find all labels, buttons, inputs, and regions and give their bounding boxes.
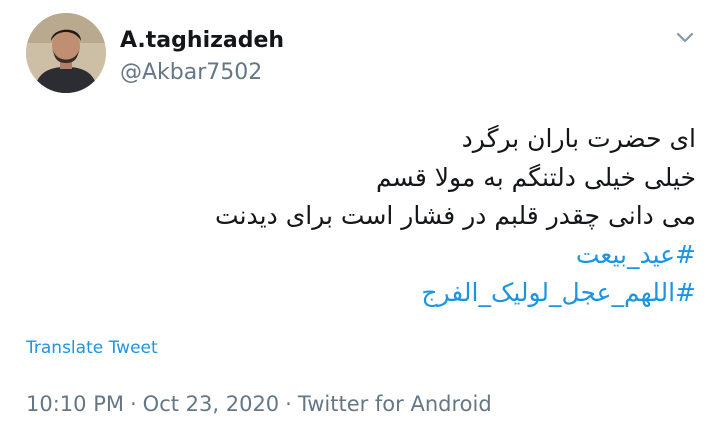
tweet-menu-button[interactable] (672, 26, 698, 48)
avatar[interactable] (26, 13, 106, 93)
translate-tweet-link[interactable]: Translate Tweet (26, 338, 158, 358)
tweet-date[interactable]: Oct 23, 2020 (143, 392, 280, 416)
tweet-metadata: 10:10 PM · Oct 23, 2020 · Twitter for Androi… (26, 392, 492, 416)
tweet-text: ای حضرت باران برگرد خیلی خیلی دلتنگم به … (36, 120, 696, 313)
user-handle[interactable]: @Akbar7502 (120, 60, 262, 85)
tweet-line: خیلی خیلی دلتنگم به مولا قسم (375, 162, 696, 192)
tweet-source[interactable]: Twitter for Android (298, 392, 492, 416)
display-name[interactable]: A.taghizadeh (120, 28, 284, 53)
tweet-line: ای حضرت باران برگرد (461, 124, 696, 153)
tweet-line: می دانی چقدر قلبم در فشار است برای دیدنت (215, 201, 696, 230)
hashtag-link[interactable]: #اللهم_عجل_لولیک_الفرج (36, 274, 696, 313)
separator: · (129, 392, 137, 416)
tweet-time[interactable]: 10:10 PM (26, 392, 124, 416)
hashtag-link[interactable]: #عید_بیعت (36, 236, 696, 275)
chevron-down-icon (676, 32, 694, 43)
avatar-image (26, 13, 106, 93)
separator: · (285, 392, 292, 416)
